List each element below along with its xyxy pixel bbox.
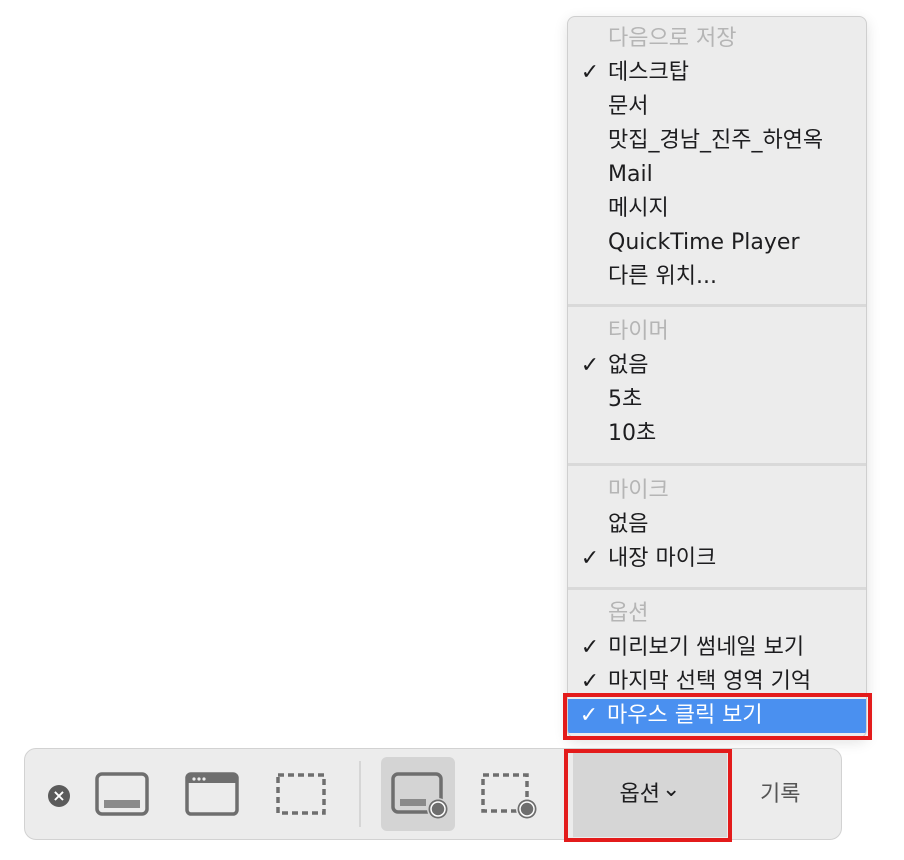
options-header: 옵션	[608, 601, 649, 626]
menu-separator	[568, 463, 866, 466]
menu-item-folder[interactable]: 맛집_경남_진주_하연옥	[568, 124, 866, 158]
menu-item-mic-none[interactable]: 없음	[568, 508, 866, 542]
timer-header: 타이머	[608, 319, 669, 344]
options-button[interactable]: 옵션⌄	[573, 753, 727, 837]
save-to-header: 다음으로 저장	[608, 26, 737, 51]
capture-window-icon[interactable]	[185, 771, 239, 821]
menu-item-remember-selection[interactable]: ✓ 마지막 선택 영역 기억	[568, 665, 866, 699]
menu-item-built-in-mic[interactable]: ✓ 내장 마이크	[568, 542, 866, 576]
menu-item-timer-10s[interactable]: 10초	[568, 417, 866, 451]
menu-item-mail[interactable]: Mail	[568, 158, 866, 192]
checkmark-icon: ✓	[580, 546, 600, 571]
menu-item-show-thumbnail[interactable]: ✓ 미리보기 썸네일 보기	[568, 631, 866, 665]
menu-item-timer-none[interactable]: ✓ 없음	[568, 349, 866, 383]
menu-item-documents[interactable]: 문서	[568, 90, 866, 124]
chevron-down-icon: ⌄	[662, 777, 681, 802]
menu-item-desktop[interactable]: ✓ 데스크탑	[568, 56, 866, 90]
capture-entire-screen-icon[interactable]	[95, 771, 149, 821]
menu-item-messages[interactable]: 메시지	[568, 192, 866, 226]
menu-separator	[568, 304, 866, 307]
microphone-header: 마이크	[608, 478, 669, 503]
menu-item-quicktime[interactable]: QuickTime Player	[568, 226, 866, 260]
checkmark-icon: ✓	[579, 703, 599, 728]
menu-separator	[568, 587, 866, 590]
screenshot-toolbar: × 옵션⌄ 기록	[24, 748, 842, 840]
capture-selection-icon[interactable]	[275, 771, 329, 821]
options-menu: 다음으로 저장 ✓ 데스크탑 문서 맛집_경남_진주_하연옥 Mail 메시지 Q…	[567, 16, 867, 738]
record-selection-icon[interactable]	[480, 771, 542, 827]
checkmark-icon: ✓	[580, 669, 600, 694]
menu-item-other-location[interactable]: 다른 위치...	[568, 260, 866, 294]
close-icon[interactable]: ×	[48, 785, 70, 807]
toolbar-divider	[359, 761, 361, 827]
checkmark-icon: ✓	[580, 635, 600, 660]
checkmark-icon: ✓	[580, 353, 600, 378]
checkmark-icon: ✓	[580, 60, 600, 85]
menu-item-timer-5s[interactable]: 5초	[568, 383, 866, 417]
options-label: 옵션	[619, 782, 661, 807]
record-button[interactable]: 기록	[760, 749, 800, 841]
menu-item-show-mouse-clicks[interactable]: ✓ 마우스 클릭 보기	[568, 699, 866, 733]
record-entire-screen-icon[interactable]	[391, 771, 453, 827]
